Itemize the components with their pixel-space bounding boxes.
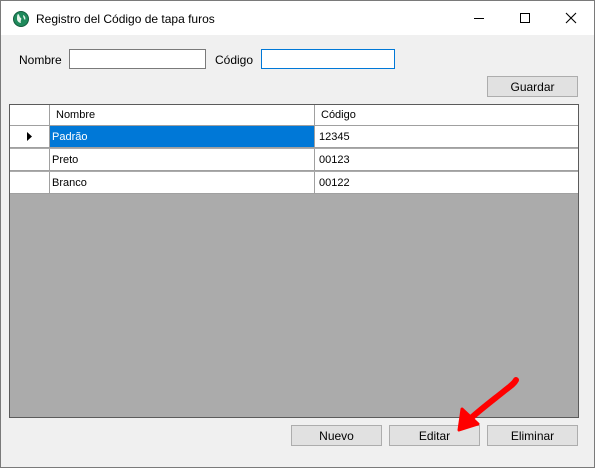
nuevo-button[interactable]: Nuevo <box>291 425 382 446</box>
close-icon <box>565 12 577 24</box>
cell-nombre[interactable]: Branco <box>50 172 315 193</box>
minimize-icon <box>474 18 484 19</box>
main-window: Registro del Código de tapa furos Nombre… <box>0 0 595 468</box>
grid-header: Nombre Código <box>10 105 578 126</box>
table-row[interactable]: Padrão 12345 <box>10 126 578 148</box>
codigo-label: Código <box>215 53 254 67</box>
codigo-input[interactable] <box>261 49 395 69</box>
cell-nombre[interactable]: Preto <box>50 149 315 170</box>
close-button[interactable] <box>548 1 594 35</box>
nombre-label: Nombre <box>19 53 62 67</box>
data-grid[interactable]: Nombre Código Padrão 12345 Preto 00123 B… <box>9 104 579 418</box>
maximize-button[interactable] <box>502 1 548 35</box>
column-header-nombre[interactable]: Nombre <box>50 105 315 125</box>
cell-nombre[interactable]: Padrão <box>50 126 315 147</box>
row-header[interactable] <box>10 149 50 170</box>
cell-codigo[interactable]: 12345 <box>315 126 578 147</box>
grid-corner-cell[interactable] <box>10 105 50 125</box>
table-row[interactable]: Branco 00122 <box>10 172 578 194</box>
row-header[interactable] <box>10 126 50 147</box>
row-pointer-icon <box>26 132 32 141</box>
nombre-input[interactable] <box>69 49 206 69</box>
table-row[interactable]: Preto 00123 <box>10 149 578 171</box>
row-header[interactable] <box>10 172 50 193</box>
window-title: Registro del Código de tapa furos <box>36 12 215 26</box>
editar-button[interactable]: Editar <box>389 425 480 446</box>
guardar-button[interactable]: Guardar <box>487 76 578 97</box>
minimize-button[interactable] <box>456 1 502 35</box>
maximize-icon <box>520 13 530 23</box>
title-bar[interactable]: Registro del Código de tapa furos <box>1 1 594 35</box>
app-globe-icon <box>13 11 29 27</box>
eliminar-button[interactable]: Eliminar <box>487 425 578 446</box>
cell-codigo[interactable]: 00123 <box>315 149 578 170</box>
cell-codigo[interactable]: 00122 <box>315 172 578 193</box>
column-header-codigo[interactable]: Código <box>315 105 578 125</box>
